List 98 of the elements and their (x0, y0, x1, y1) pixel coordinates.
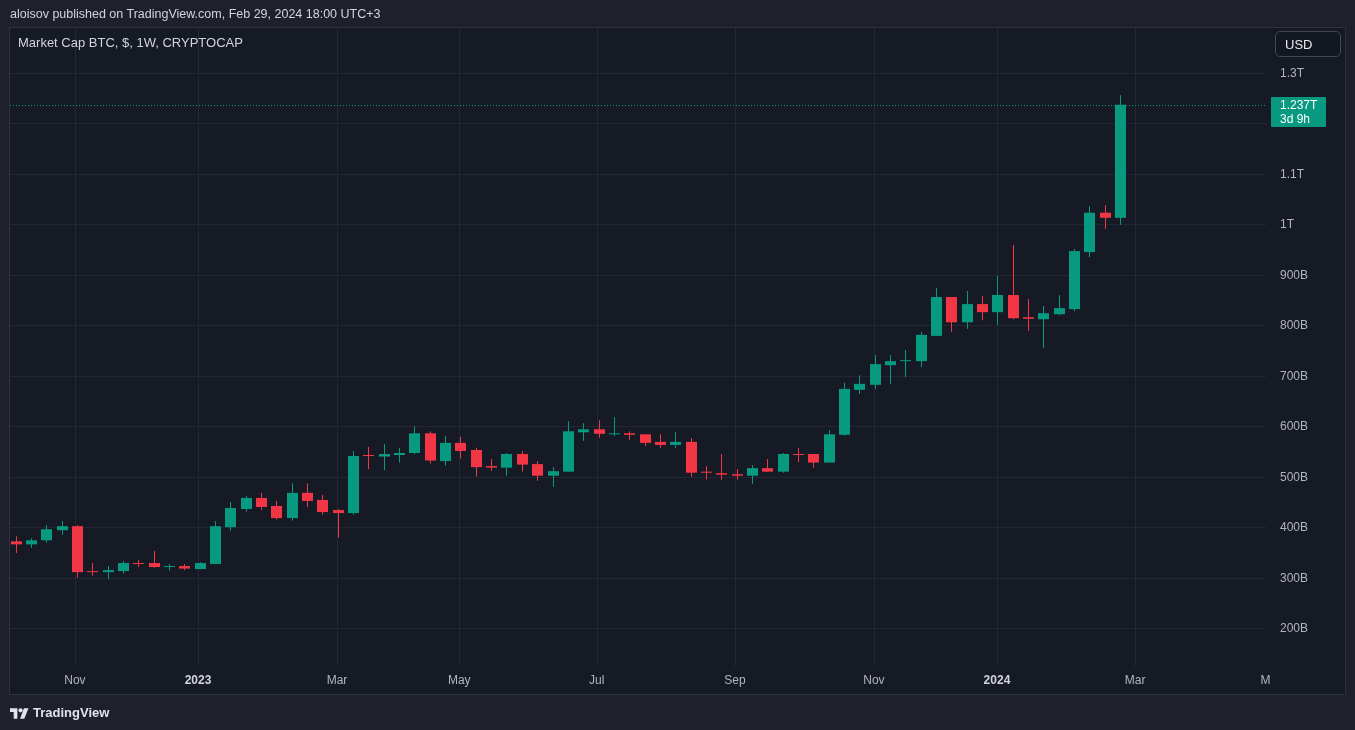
candle (655, 434, 666, 448)
candle (793, 447, 804, 463)
candle (977, 296, 988, 321)
candle (670, 432, 681, 448)
candle (118, 561, 129, 574)
candle (747, 465, 758, 484)
candle (333, 509, 344, 538)
candle (1084, 206, 1095, 258)
candle (885, 355, 896, 384)
candle (486, 459, 497, 471)
candle (532, 461, 543, 481)
candle (302, 483, 313, 507)
candle (164, 564, 175, 571)
candle (11, 536, 22, 553)
candle (962, 290, 973, 329)
time-axis-label: 2023 (184, 673, 212, 687)
candle (870, 355, 881, 389)
candle (41, 525, 52, 543)
time-axis-label: Nov (64, 673, 86, 687)
candle (686, 437, 697, 477)
candle (394, 447, 405, 463)
candle (609, 417, 620, 436)
candle (149, 550, 160, 568)
candle (839, 382, 850, 436)
candle (440, 435, 451, 466)
candle (317, 494, 328, 515)
candle (348, 451, 359, 515)
time-axis-label: Sep (724, 673, 746, 687)
countdown-text: 3d 9h (1280, 111, 1312, 126)
candle (379, 443, 390, 471)
candle (946, 297, 957, 332)
currency-button[interactable]: USD (1275, 31, 1341, 57)
candle (1038, 306, 1049, 348)
price-axis-label: 600B (1280, 419, 1309, 434)
candle (87, 563, 98, 576)
candle (624, 431, 635, 440)
candle (548, 467, 559, 487)
candle (425, 431, 436, 464)
candle (471, 447, 482, 477)
price-axis-label: 1T (1280, 217, 1294, 232)
candle (1069, 249, 1080, 312)
candle (931, 287, 942, 336)
publisher-caption: aloisov published on TradingView.com, Feb 29, 2024 18:00 UTC+3 (10, 6, 381, 21)
candle (916, 331, 927, 368)
time-axis-label: Nov (863, 673, 885, 687)
price-axis-label: 400B (1280, 520, 1309, 535)
price-axis-label: 900B (1280, 267, 1309, 282)
time-axis-label: May (447, 673, 471, 687)
candle (778, 453, 789, 473)
candle (824, 430, 835, 463)
chart-legend: Market Cap BTC, $, 1W, CRYPTOCAP (18, 35, 243, 50)
candle (225, 501, 236, 531)
price-axis-label: 700B (1280, 368, 1309, 383)
candle (732, 469, 743, 480)
candle (210, 521, 221, 565)
candle (716, 454, 727, 480)
candle (701, 466, 712, 480)
candle (133, 560, 144, 568)
candle (363, 446, 374, 470)
candle (1054, 295, 1065, 316)
candle (271, 500, 282, 520)
candle (578, 423, 589, 441)
time-axis-label: Mar (1124, 673, 1146, 687)
price-axis-label: 500B (1280, 469, 1309, 484)
candle (241, 495, 252, 512)
candle (517, 451, 528, 472)
candle (409, 426, 420, 454)
candle (57, 521, 68, 535)
candle (103, 566, 114, 580)
price-axis-label: 1.3T (1280, 65, 1304, 80)
price-axis-label: 1.1T (1280, 166, 1304, 181)
candle (640, 434, 651, 446)
logo-text: TradingView (33, 705, 110, 720)
candle (72, 525, 83, 578)
candle (563, 421, 574, 472)
last-price-value: 1.237T (1280, 97, 1319, 112)
time-axis-label: Mar (326, 673, 348, 687)
price-axis-label: 300B (1280, 570, 1309, 585)
time-axis-label: M (1260, 673, 1271, 687)
price-axis-label: 200B (1280, 621, 1309, 636)
time-axis-label: 2024 (983, 673, 1011, 687)
candle (1100, 205, 1111, 229)
candle (195, 562, 206, 570)
time-axis-label: Jul (589, 673, 605, 687)
candle (762, 459, 773, 472)
price-axis-label: 800B (1280, 318, 1309, 333)
candle (900, 350, 911, 378)
candle (594, 420, 605, 438)
candle (256, 492, 267, 511)
candle (808, 454, 819, 468)
candle (455, 436, 466, 459)
candle (287, 483, 298, 521)
logo-icon (10, 706, 29, 719)
candle (26, 538, 37, 548)
candle (1023, 299, 1034, 331)
candle (854, 375, 865, 394)
candle (992, 275, 1003, 325)
candle (501, 453, 512, 476)
